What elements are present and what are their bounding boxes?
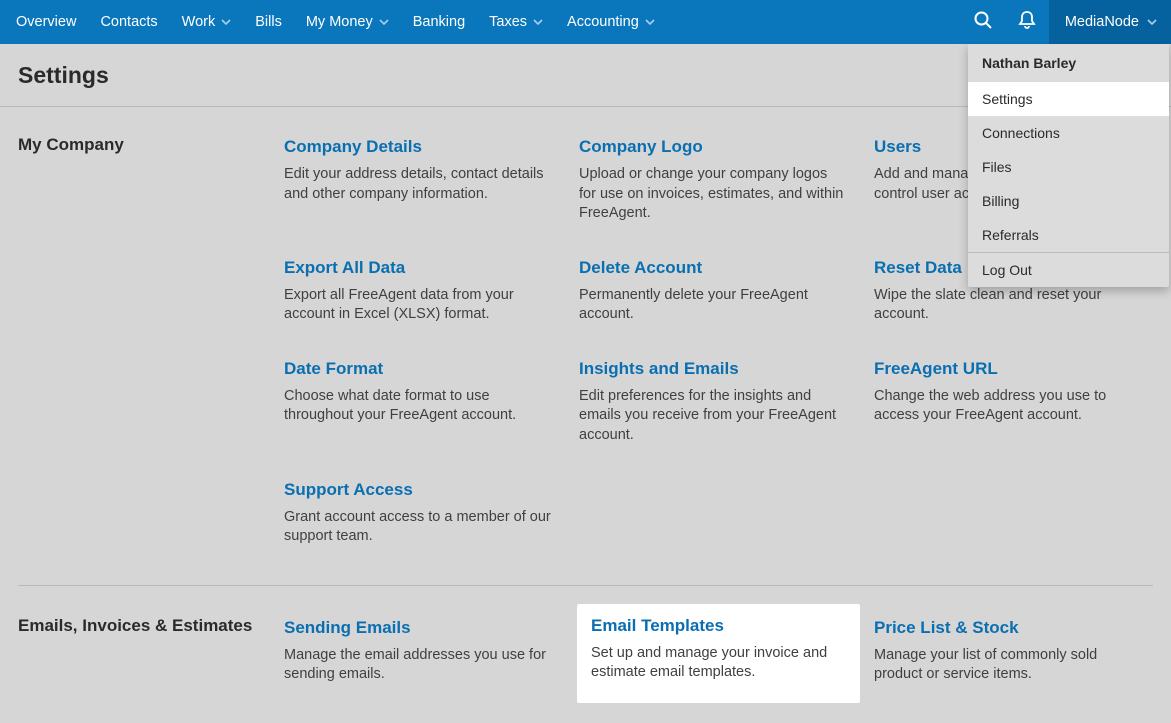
top-nav: Overview Contacts Work Bills My Money Ba… <box>0 0 1171 44</box>
chevron-down-icon <box>645 17 655 27</box>
tile-company-logo: Company Logo Upload or change your compa… <box>579 133 858 232</box>
search-icon <box>973 10 993 35</box>
tile-desc: Choose what date format to use throughou… <box>284 387 551 426</box>
chevron-down-icon <box>1147 17 1157 27</box>
nav-left: Overview Contacts Work Bills My Money Ba… <box>16 0 655 44</box>
section-heading: My Company <box>18 133 284 555</box>
nav-label: Taxes <box>489 14 527 30</box>
nav-item-work[interactable]: Work <box>182 0 232 44</box>
tile-link[interactable]: Delete Account <box>579 258 846 278</box>
tile-desc: Grant account access to a member of our … <box>284 508 551 547</box>
dropdown-item-connections[interactable]: Connections <box>968 116 1169 150</box>
nav-item-overview[interactable]: Overview <box>16 0 76 44</box>
tile-desc: Permanently delete your FreeAgent accoun… <box>579 286 846 325</box>
tile-desc: Manage your list of commonly sold produc… <box>874 646 1141 685</box>
tile-desc: Wipe the slate clean and reset your acco… <box>874 286 1141 325</box>
tile-desc: Edit your address details, contact detai… <box>284 165 551 204</box>
nav-item-bills[interactable]: Bills <box>255 0 282 44</box>
tile-email-templates: Email Templates Set up and manage your i… <box>577 604 860 703</box>
search-button[interactable] <box>961 0 1005 44</box>
chevron-down-icon <box>221 17 231 27</box>
nav-item-accounting[interactable]: Accounting <box>567 0 655 44</box>
tile-insights-emails: Insights and Emails Edit preferences for… <box>579 355 858 454</box>
tile-desc: Set up and manage your invoice and estim… <box>591 644 846 683</box>
tile-desc: Change the web address you use to access… <box>874 387 1141 426</box>
tile-support-access: Support Access Grant account access to a… <box>284 476 563 555</box>
dropdown-user-name: Nathan Barley <box>968 44 1169 82</box>
nav-label: My Money <box>306 14 373 30</box>
nav-label: Work <box>182 14 216 30</box>
chevron-down-icon <box>533 17 543 27</box>
nav-item-contacts[interactable]: Contacts <box>100 0 157 44</box>
tile-link[interactable]: Company Details <box>284 137 551 157</box>
dropdown-item-referrals[interactable]: Referrals <box>968 218 1169 252</box>
nav-label: Banking <box>413 14 465 30</box>
nav-item-banking[interactable]: Banking <box>413 0 465 44</box>
tile-link[interactable]: Insights and Emails <box>579 359 846 379</box>
nav-item-my-money[interactable]: My Money <box>306 0 389 44</box>
tile-link[interactable]: FreeAgent URL <box>874 359 1141 379</box>
chevron-down-icon <box>379 17 389 27</box>
company-name: MediaNode <box>1065 14 1139 30</box>
tile-link[interactable]: Company Logo <box>579 137 846 157</box>
tile-company-details: Company Details Edit your address detail… <box>284 133 563 232</box>
tile-date-format: Date Format Choose what date format to u… <box>284 355 563 454</box>
section-emails-invoices-estimates: Emails, Invoices & Estimates Sending Ema… <box>18 614 1153 723</box>
notifications-button[interactable] <box>1005 0 1049 44</box>
tile-link[interactable]: Export All Data <box>284 258 551 278</box>
tile-price-list-stock: Price List & Stock Manage your list of c… <box>874 614 1153 693</box>
tile-link[interactable]: Price List & Stock <box>874 618 1141 638</box>
company-menu-button[interactable]: MediaNode <box>1049 0 1171 44</box>
tile-desc: Manage the email addresses you use for s… <box>284 646 551 685</box>
dropdown-item-files[interactable]: Files <box>968 150 1169 184</box>
tile-export-all-data: Export All Data Export all FreeAgent dat… <box>284 254 563 333</box>
tile-desc: Export all FreeAgent data from your acco… <box>284 286 551 325</box>
tile-sending-emails: Sending Emails Manage the email addresse… <box>284 614 563 693</box>
section-heading: Emails, Invoices & Estimates <box>18 614 284 693</box>
dropdown-item-settings[interactable]: Settings <box>968 82 1169 116</box>
tile-freeagent-url: FreeAgent URL Change the web address you… <box>874 355 1153 454</box>
nav-label: Overview <box>16 14 76 30</box>
tile-link[interactable]: Sending Emails <box>284 618 551 638</box>
tile-link[interactable]: Support Access <box>284 480 551 500</box>
tile-desc: Edit preferences for the insights and em… <box>579 387 846 446</box>
nav-item-taxes[interactable]: Taxes <box>489 0 543 44</box>
nav-label: Contacts <box>100 14 157 30</box>
tiles-grid: Sending Emails Manage the email addresse… <box>284 614 1153 693</box>
nav-label: Accounting <box>567 14 639 30</box>
company-dropdown: Nathan Barley Settings Connections Files… <box>968 44 1169 287</box>
tile-desc: Upload or change your company logos for … <box>579 165 846 224</box>
tile-link[interactable]: Date Format <box>284 359 551 379</box>
nav-right: MediaNode <box>961 0 1171 44</box>
nav-label: Bills <box>255 14 282 30</box>
tile-delete-account: Delete Account Permanently delete your F… <box>579 254 858 333</box>
page-title: Settings <box>18 62 109 89</box>
dropdown-item-logout[interactable]: Log Out <box>968 253 1169 287</box>
bell-icon <box>1017 10 1037 35</box>
dropdown-item-billing[interactable]: Billing <box>968 184 1169 218</box>
